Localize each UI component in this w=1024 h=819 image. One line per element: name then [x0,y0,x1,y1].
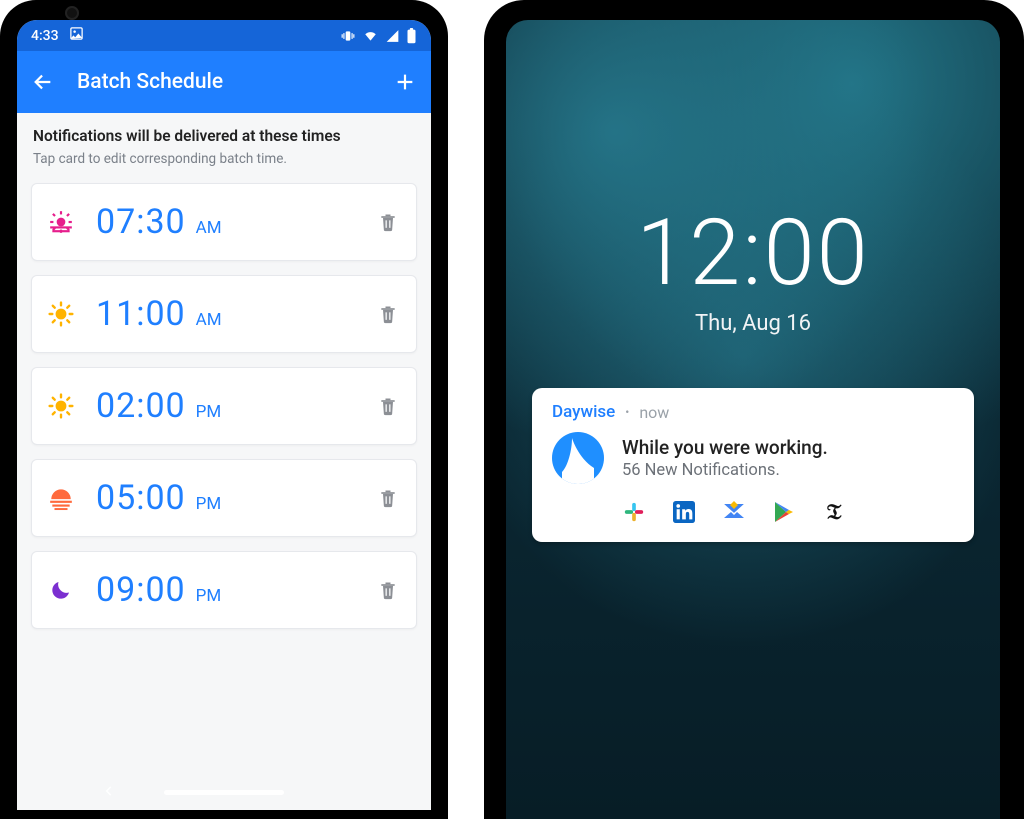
wifi-icon [362,29,379,43]
notification-card[interactable]: Daywise • now While you were working. 56… [532,388,974,542]
time-card[interactable]: 11:00 AM [31,275,417,353]
time-card[interactable]: 07:30 AM [31,183,417,261]
lock-time: 12:00 [506,200,1000,307]
notification-app-icon [552,432,604,484]
time-value: 05:00 PM [96,478,376,518]
delete-button[interactable] [376,486,400,510]
intro-heading: Notifications will be delivered at these… [33,127,415,145]
notification-header: Daywise • now [552,402,954,422]
time-ampm: PM [196,494,222,514]
phone-frame-left: 4:33 [0,0,448,819]
time-value: 11:00 AM [96,294,376,334]
delete-button[interactable] [376,578,400,602]
vibrate-icon [340,29,356,43]
front-camera [65,6,79,20]
sun-icon [48,393,74,419]
linkedin-icon [672,500,696,524]
notification-subtitle: 56 New Notifications. [622,461,828,480]
play-store-icon [772,500,796,524]
time-hours: 07:30 [96,202,186,242]
screen-lockscreen: 12:00 Thu, Aug 16 Daywise • now While yo… [506,20,1000,819]
lock-date: Thu, Aug 16 [506,311,1000,336]
notification-time: now [639,403,669,422]
status-time: 4:33 [31,28,59,44]
moon-icon [48,577,74,603]
nyt-icon: 𝔗 [822,500,846,524]
inbox-icon [722,500,746,524]
time-card[interactable]: 09:00 PM [31,551,417,629]
time-card[interactable]: 02:00 PM [31,367,417,445]
time-hours: 09:00 [96,570,186,610]
back-button[interactable] [31,70,55,94]
sun-icon [48,301,74,327]
sunrise-icon [48,209,74,235]
time-ampm: AM [196,218,222,238]
time-ampm: PM [196,586,222,606]
notification-app-name: Daywise [552,402,615,422]
intro-subheading: Tap card to edit corresponding batch tim… [33,151,415,167]
delete-button[interactable] [376,210,400,234]
screen-batch-schedule: 4:33 [17,20,431,810]
slack-icon [622,500,646,524]
time-cards-list: 07:30 AM 11:00 AM 02:00 PM 05:00 PM 09:00 PM [17,173,431,639]
image-icon [69,26,84,45]
time-value: 09:00 PM [96,570,376,610]
intro-section: Notifications will be delivered at these… [17,113,431,173]
app-bar-title: Batch Schedule [77,70,371,94]
nav-back-icon[interactable] [102,783,116,802]
time-ampm: PM [196,402,222,422]
app-bar: Batch Schedule [17,51,431,113]
time-hours: 11:00 [96,294,186,334]
time-card[interactable]: 05:00 PM [31,459,417,537]
delete-button[interactable] [376,394,400,418]
separator-dot: • [625,405,629,419]
sunset-icon [48,485,74,511]
add-button[interactable] [393,70,417,94]
android-nav-bar [17,774,431,810]
delete-button[interactable] [376,302,400,326]
time-value: 02:00 PM [96,386,376,426]
time-hours: 05:00 [96,478,186,518]
status-bar: 4:33 [17,20,431,51]
time-value: 07:30 AM [96,202,376,242]
time-hours: 02:00 [96,386,186,426]
lock-clock: 12:00 Thu, Aug 16 [506,200,1000,336]
battery-icon [406,28,417,44]
notification-title: While you were working. [622,436,828,459]
signal-icon [385,29,400,43]
nav-home-pill[interactable] [164,790,284,795]
phone-frame-right: 12:00 Thu, Aug 16 Daywise • now While yo… [484,0,1024,819]
time-ampm: AM [196,310,222,330]
notification-source-apps: 𝔗 [622,500,954,524]
